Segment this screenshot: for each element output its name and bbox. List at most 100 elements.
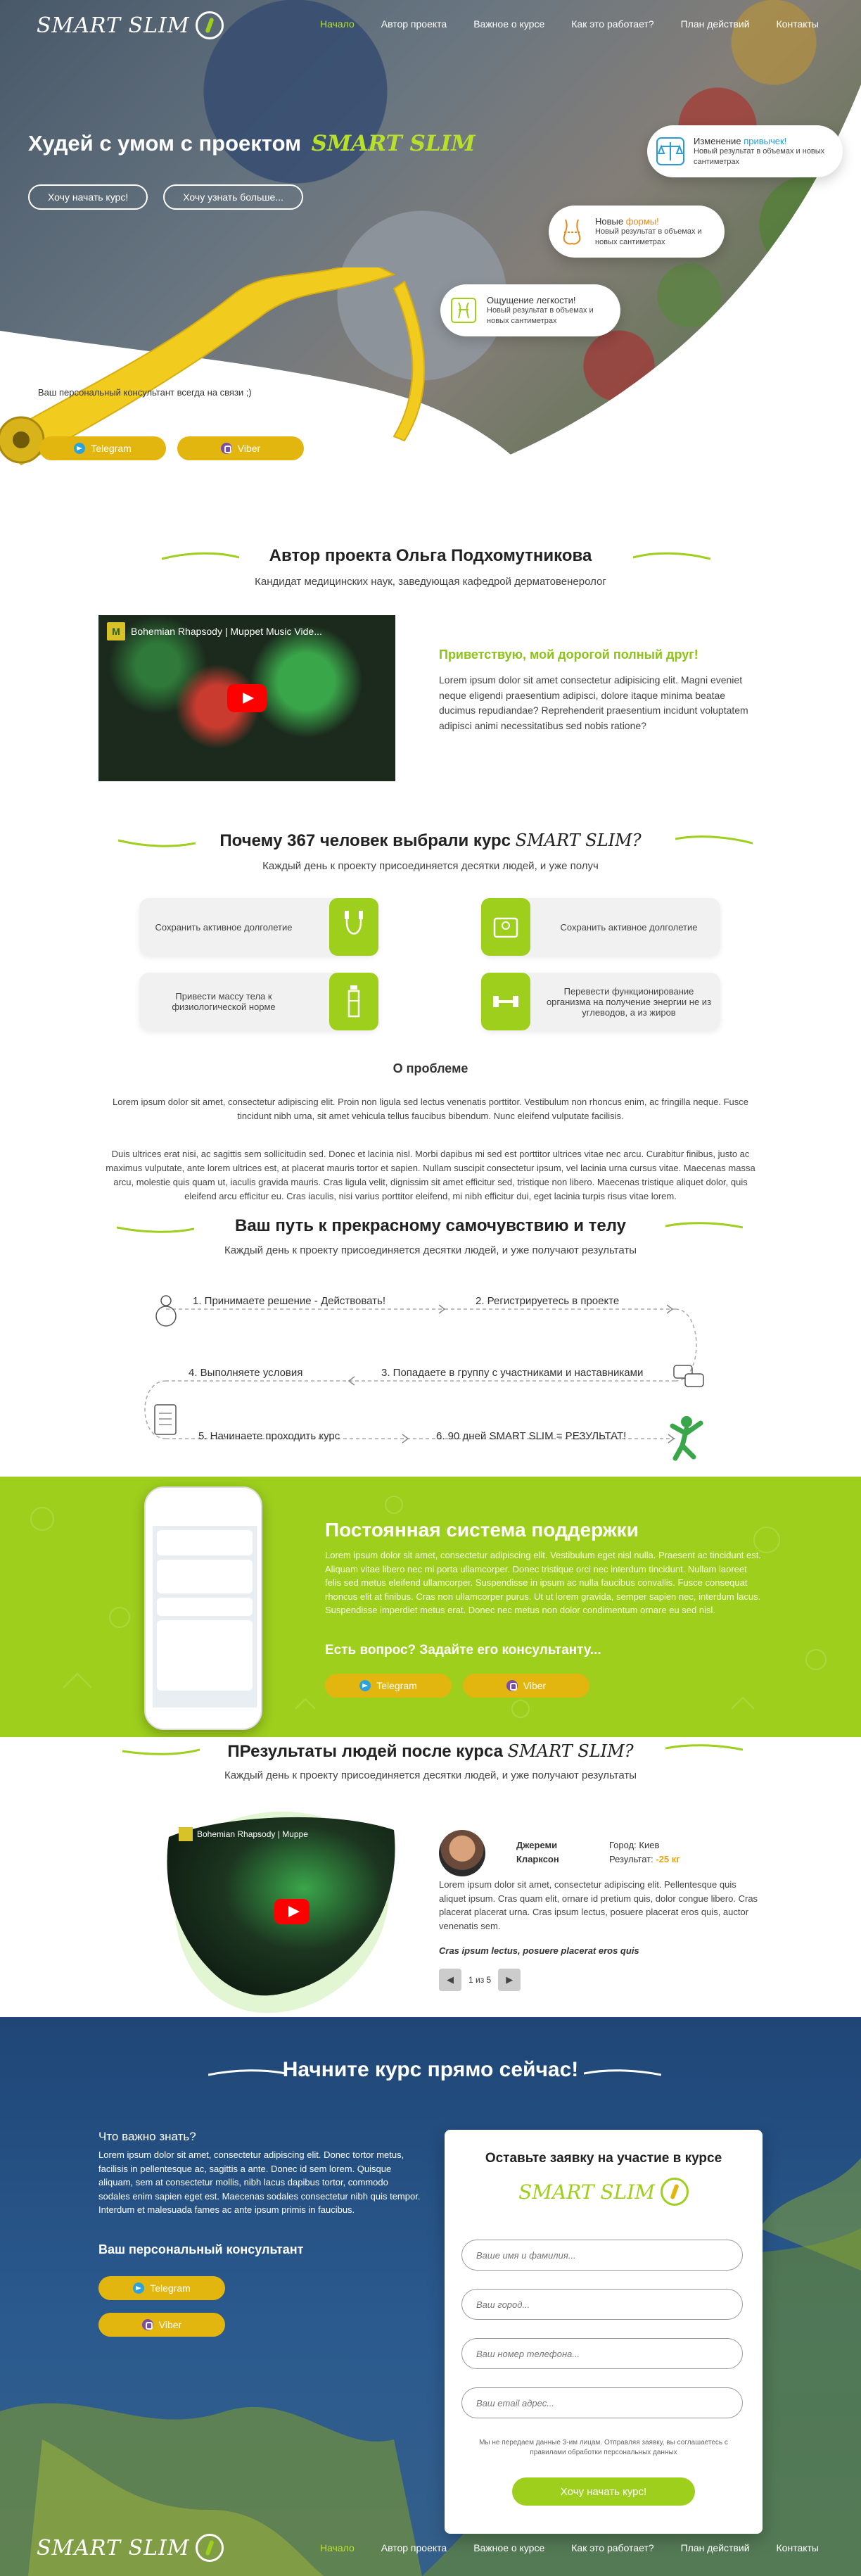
why-card-text: Привести массу тела к физиологической но… [172,991,276,1012]
start-course-button[interactable]: Хочу начать курс! [28,184,148,210]
nav-link-start[interactable]: Начало [320,18,355,30]
decor-line-right [665,1222,743,1229]
reviewer-city: Город: Киев [609,1840,660,1850]
next-arrow-icon[interactable]: ▶ [498,1969,521,1991]
learn-more-button[interactable]: Хочу узнать больше... [163,184,303,210]
water-bottle-icon [329,973,378,1030]
video-title: M Bohemian Rhapsody | Muppet Music Vide.… [107,622,322,640]
logo-emblem-icon [660,2178,689,2206]
reviewer-avatar [439,1830,485,1876]
problem-paragraph-1: Lorem ipsum dolor sit amet, consectetur … [113,1097,748,1122]
name-field[interactable] [461,2240,743,2271]
logo-text: SMART SLIM [37,2535,190,2561]
why-subtitle: Каждый день к проекту присоединяется дес… [262,860,599,872]
support-section: Постоянная система поддержки Lorem ipsum… [0,1477,861,1737]
logo-text: SMART SLIM [37,13,190,38]
form-title: Оставьте заявку на участие в курсе [485,2151,722,2166]
privacy-note: Мы не передаем данные 3-им лицам. Отправ… [479,2439,728,2456]
decor-line-right [675,835,753,845]
telegram-icon [133,2283,145,2294]
form-logo: SMART SLIM [445,2178,763,2206]
viber-button[interactable]: Viber [177,436,304,460]
telegram-button[interactable]: Telegram [39,436,166,460]
hero-title: Худей с умом с проектом SMART SLIM [28,131,476,156]
reviewer-result: Результат: -25 кг [609,1853,680,1864]
bubble-title: Новые формы! [595,216,659,227]
bubble-title: Ощущение легкости! [487,295,576,306]
viber-icon [220,443,232,454]
feather-body-icon [447,290,480,331]
why-card-3: Привести массу тела к физиологической но… [139,973,378,1030]
nav-link-important[interactable]: Важное о курсе [473,18,544,30]
overweight-person-icon [155,1295,177,1327]
jump-rope-icon [329,898,378,956]
path-subtitle: Каждый день к проекту присоединяется дес… [224,1244,637,1256]
nav-link-contacts[interactable]: Контакты [777,18,819,30]
nav-link-plan[interactable]: План действий [681,2542,750,2553]
support-text: Lorem ipsum dolor sit amet, consectetur … [325,1550,761,1615]
prev-arrow-icon[interactable]: ◀ [439,1969,461,1991]
pager-count: 1 из 5 [468,1975,492,1985]
hero-section: SMART SLIM Начало Автор проекта Важное о… [0,0,861,479]
happy-person-icon [670,1416,703,1461]
nav-link-author[interactable]: Автор проекта [381,18,447,30]
nav-links: Начало Автор проекта Важное о курсе Как … [320,18,819,30]
hero-messenger-buttons: Telegram Viber [39,436,304,460]
decor-line-right [665,1744,743,1751]
bubble-text: Новый результат в объемах и новых сантим… [694,147,825,166]
author-video[interactable]: M Bohemian Rhapsody | Muppet Music Vide.… [98,615,395,781]
cta-messenger-buttons: Telegram Viber [98,2276,225,2337]
channel-avatar: M [107,622,125,640]
path-step-2: 2. Регистрируетесь в проекте [476,1295,620,1307]
chat-bubbles-icon [673,1365,704,1387]
cta-section: Начните курс прямо сейчас! Что важно зна… [0,2017,861,2576]
why-card-text: Сохранить активное долголетие [155,921,293,933]
nav-link-plan[interactable]: План действий [681,18,750,30]
logo-emblem-icon [195,11,224,39]
nav-link-contacts[interactable]: Контакты [777,2542,819,2553]
telegram-button[interactable]: Telegram [325,1674,452,1698]
email-field[interactable] [461,2387,743,2418]
decor-line-right [633,552,710,560]
benefit-bubble-habits: Изменение привычек! Новый результат в об… [647,125,843,177]
viber-button[interactable]: Viber [98,2313,225,2337]
phone-field[interactable] [461,2338,743,2369]
results-subtitle: Каждый день к проекту присоединяется дес… [224,1769,637,1781]
footer-logo[interactable]: SMART SLIM [37,2534,224,2562]
problem-title: О проблеме [393,1061,468,1075]
logo-emblem-icon [195,2534,224,2562]
viber-button[interactable]: Viber [463,1674,589,1698]
telegram-icon [74,443,86,454]
hero-title-brand: SMART SLIM [311,131,476,156]
telegram-button[interactable]: Telegram [98,2276,225,2300]
footer-nav-links: Начало Автор проекта Важное о курсе Как … [320,2542,819,2553]
phone-mockup [144,1486,262,1730]
path-step-6: 6. 90 дней SMART SLIM = РЕЗУЛЬТАТ! [436,1430,627,1442]
viber-icon [506,1680,518,1691]
why-card-text: Перевести функционирование организма на … [546,985,712,1018]
play-button-icon[interactable] [227,684,267,712]
site-logo[interactable]: SMART SLIM [37,11,224,39]
support-title: Постоянная система поддержки [325,1519,639,1541]
signup-form: Оставьте заявку на участие в курсе SMART… [445,2130,763,2534]
city-field[interactable] [461,2289,743,2320]
consultant-note: Ваш персональный консультант всегда на с… [38,387,252,398]
consultant-title: Ваш персональный консультант [98,2242,304,2256]
viber-icon [141,2319,153,2330]
bubble-title: Изменение привычек! [694,136,787,147]
dumbbell-icon [481,973,530,1030]
scales-icon [654,131,687,172]
phone-chat-screenshot [153,1510,257,1707]
top-navigation: SMART SLIM Начало Автор проекта Важное о… [0,0,861,49]
nav-link-how-it-works[interactable]: Как это работает? [571,18,653,30]
result-video-blob[interactable]: Bohemian Rhapsody | Muppe [162,1809,401,2020]
hero-title-text: Худей с умом с проектом [28,131,302,156]
nav-link-author[interactable]: Автор проекта [381,2542,447,2553]
path-step-1: 1. Принимаете решение - Действовать! [193,1295,386,1307]
hero-buttons: Хочу начать курс! Хочу узнать больше... [28,184,303,210]
submit-button[interactable]: Хочу начать курс! [512,2477,695,2506]
nav-link-how-it-works[interactable]: Как это работает? [571,2542,653,2553]
nav-link-important[interactable]: Важное о курсе [473,2542,544,2553]
nav-link-start[interactable]: Начало [320,2542,355,2553]
support-messenger-buttons: Telegram Viber [325,1674,589,1698]
